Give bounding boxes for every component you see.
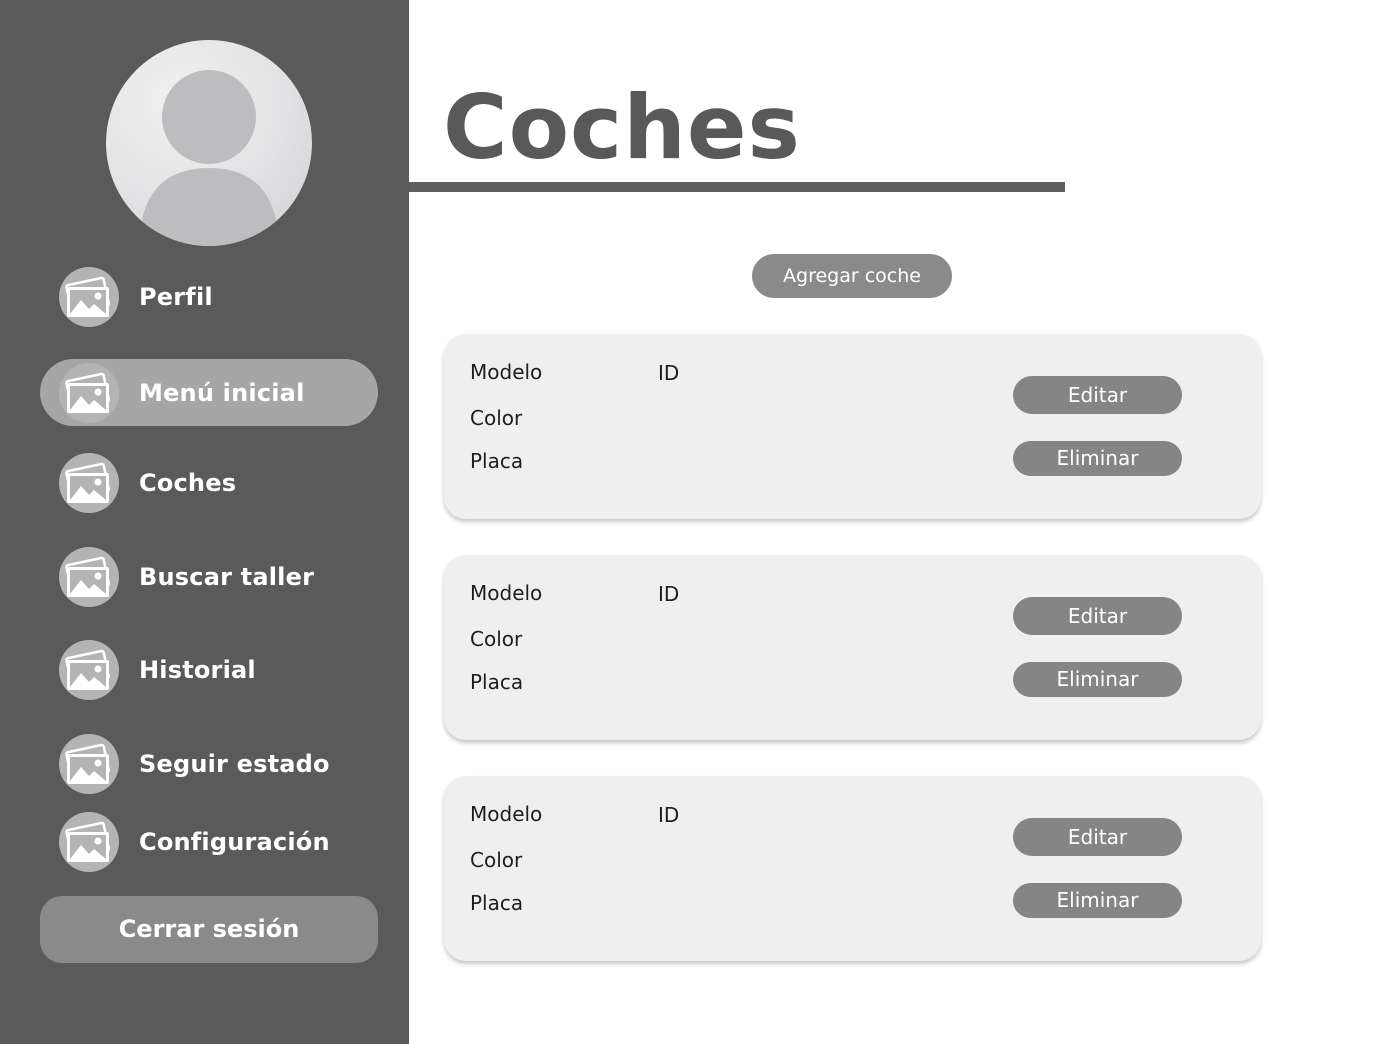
image-placeholder-icon <box>59 546 119 607</box>
sidebar-item-buscar-taller[interactable]: Buscar taller <box>40 543 378 610</box>
sidebar-item-label: Coches <box>139 468 237 497</box>
car-model-label: Modelo <box>470 360 543 384</box>
car-model-label: Modelo <box>470 802 543 826</box>
sidebar-item-menu-inicial[interactable]: Menú inicial <box>40 359 378 426</box>
car-color-label: Color <box>470 406 523 430</box>
car-card: Modelo ID Color Placa Editar Eliminar <box>444 334 1261 519</box>
sidebar-item-coches[interactable]: Coches <box>40 449 378 516</box>
image-placeholder-icon <box>59 362 119 423</box>
page-title: Coches <box>443 76 801 179</box>
car-color-label: Color <box>470 848 523 872</box>
sidebar-item-historial[interactable]: Historial <box>40 636 378 703</box>
delete-car-button[interactable]: Eliminar <box>1013 662 1182 697</box>
image-placeholder-icon <box>59 639 119 700</box>
sidebar: Perfil Menú inicial Coches Buscar taller… <box>0 0 409 1044</box>
image-placeholder-icon <box>59 266 119 327</box>
edit-car-button[interactable]: Editar <box>1013 597 1182 635</box>
image-placeholder-icon <box>59 452 119 513</box>
car-id-label: ID <box>658 803 680 827</box>
page: Perfil Menú inicial Coches Buscar taller… <box>0 0 1379 1044</box>
car-id-label: ID <box>658 361 680 385</box>
car-plate-label: Placa <box>470 891 524 915</box>
sidebar-item-label: Buscar taller <box>139 562 315 591</box>
sidebar-item-label: Historial <box>139 655 256 684</box>
sidebar-item-perfil[interactable]: Perfil <box>40 263 378 330</box>
delete-car-button[interactable]: Eliminar <box>1013 441 1182 476</box>
sidebar-item-label: Perfil <box>139 282 213 311</box>
car-model-label: Modelo <box>470 581 543 605</box>
add-car-button[interactable]: Agregar coche <box>752 254 952 298</box>
title-underline <box>409 182 1065 192</box>
car-plate-label: Placa <box>470 670 524 694</box>
sidebar-item-configuracion[interactable]: Configuración <box>40 808 378 875</box>
edit-car-button[interactable]: Editar <box>1013 376 1182 414</box>
image-placeholder-icon <box>59 733 119 794</box>
car-id-label: ID <box>658 582 680 606</box>
user-avatar-icon[interactable] <box>106 40 312 246</box>
logout-button[interactable]: Cerrar sesión <box>40 896 378 963</box>
car-color-label: Color <box>470 627 523 651</box>
sidebar-item-label: Seguir estado <box>139 749 330 778</box>
car-card: Modelo ID Color Placa Editar Eliminar <box>444 776 1261 961</box>
sidebar-item-label: Menú inicial <box>139 378 305 407</box>
edit-car-button[interactable]: Editar <box>1013 818 1182 856</box>
car-plate-label: Placa <box>470 449 524 473</box>
delete-car-button[interactable]: Eliminar <box>1013 883 1182 918</box>
sidebar-item-label: Configuración <box>139 827 330 856</box>
sidebar-item-seguir-estado[interactable]: Seguir estado <box>40 730 378 797</box>
image-placeholder-icon <box>59 811 119 872</box>
car-card: Modelo ID Color Placa Editar Eliminar <box>444 555 1261 740</box>
